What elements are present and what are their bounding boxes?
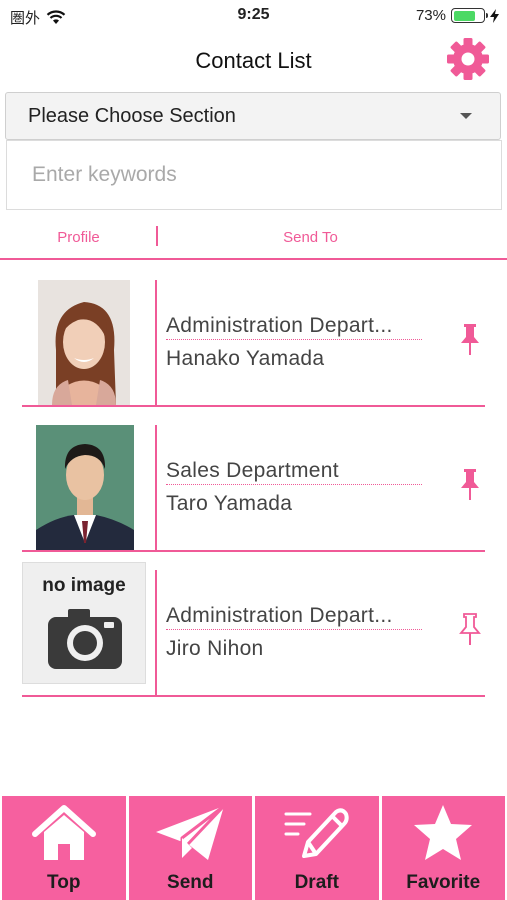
contact-department: Administration Depart... [166, 314, 422, 340]
header: Contact List [0, 32, 507, 90]
contact-list-screen: 圏外 9:25 73% Contact List Please Choose S… [0, 0, 507, 900]
contact-name: Taro Yamada [166, 492, 293, 515]
tab-send[interactable]: Send [128, 796, 252, 900]
chevron-down-icon [460, 113, 472, 119]
no-image-label: no image [42, 575, 126, 596]
contact-department: Sales Department [166, 459, 422, 485]
contact-row[interactable]: no image Administration Depart... Jiro N… [0, 552, 507, 697]
column-headers: Profile Send To [0, 222, 507, 260]
pin-icon[interactable] [456, 467, 484, 501]
contact-name: Jiro Nihon [166, 637, 264, 660]
column-header-profile: Profile [57, 229, 100, 246]
contact-row[interactable]: Sales Department Taro Yamada [0, 407, 507, 552]
contact-row[interactable]: Administration Depart... Hanako Yamada [0, 262, 507, 407]
search-input[interactable] [7, 141, 501, 209]
pencil-icon [284, 808, 349, 858]
tab-label: Send [167, 872, 214, 893]
no-image-placeholder: no image [22, 562, 146, 684]
tab-favorite[interactable]: Favorite [381, 796, 505, 900]
tab-draft[interactable]: Draft [255, 796, 379, 900]
page-title: Contact List [195, 48, 312, 73]
column-header-send-to: Send To [283, 229, 338, 246]
star-icon [414, 805, 473, 860]
contact-department: Administration Depart... [166, 604, 422, 630]
section-select-value: Please Choose Section [28, 105, 236, 127]
row-divider [155, 425, 157, 550]
home-icon [31, 805, 96, 860]
tab-label: Draft [294, 872, 339, 893]
row-separator [22, 695, 485, 697]
contact-name: Hanako Yamada [166, 347, 325, 370]
tab-top[interactable]: Top [2, 796, 126, 900]
paper-plane-icon [156, 804, 226, 860]
camera-icon [48, 609, 122, 669]
tab-label: Favorite [406, 872, 481, 893]
pin-outline-icon[interactable] [456, 612, 484, 646]
section-select[interactable]: Please Choose Section [5, 92, 501, 140]
status-bar: 圏外 9:25 73% [0, 0, 507, 32]
contact-photo [38, 280, 130, 405]
gear-icon[interactable] [445, 36, 491, 82]
contact-list: Administration Depart... Hanako Yamada S… [0, 262, 507, 697]
tab-bar: Top Send Draft Favorite [0, 796, 507, 900]
battery-fill [453, 10, 475, 21]
row-divider [155, 570, 157, 695]
pin-icon[interactable] [456, 322, 484, 356]
status-right: 73% [416, 7, 499, 24]
battery-percent: 73% [415, 7, 446, 24]
battery-icon [451, 8, 488, 23]
contact-photo [36, 425, 134, 550]
search-box [6, 140, 502, 210]
tab-label: Top [47, 872, 81, 893]
charging-icon [490, 8, 499, 23]
row-divider [155, 280, 157, 405]
